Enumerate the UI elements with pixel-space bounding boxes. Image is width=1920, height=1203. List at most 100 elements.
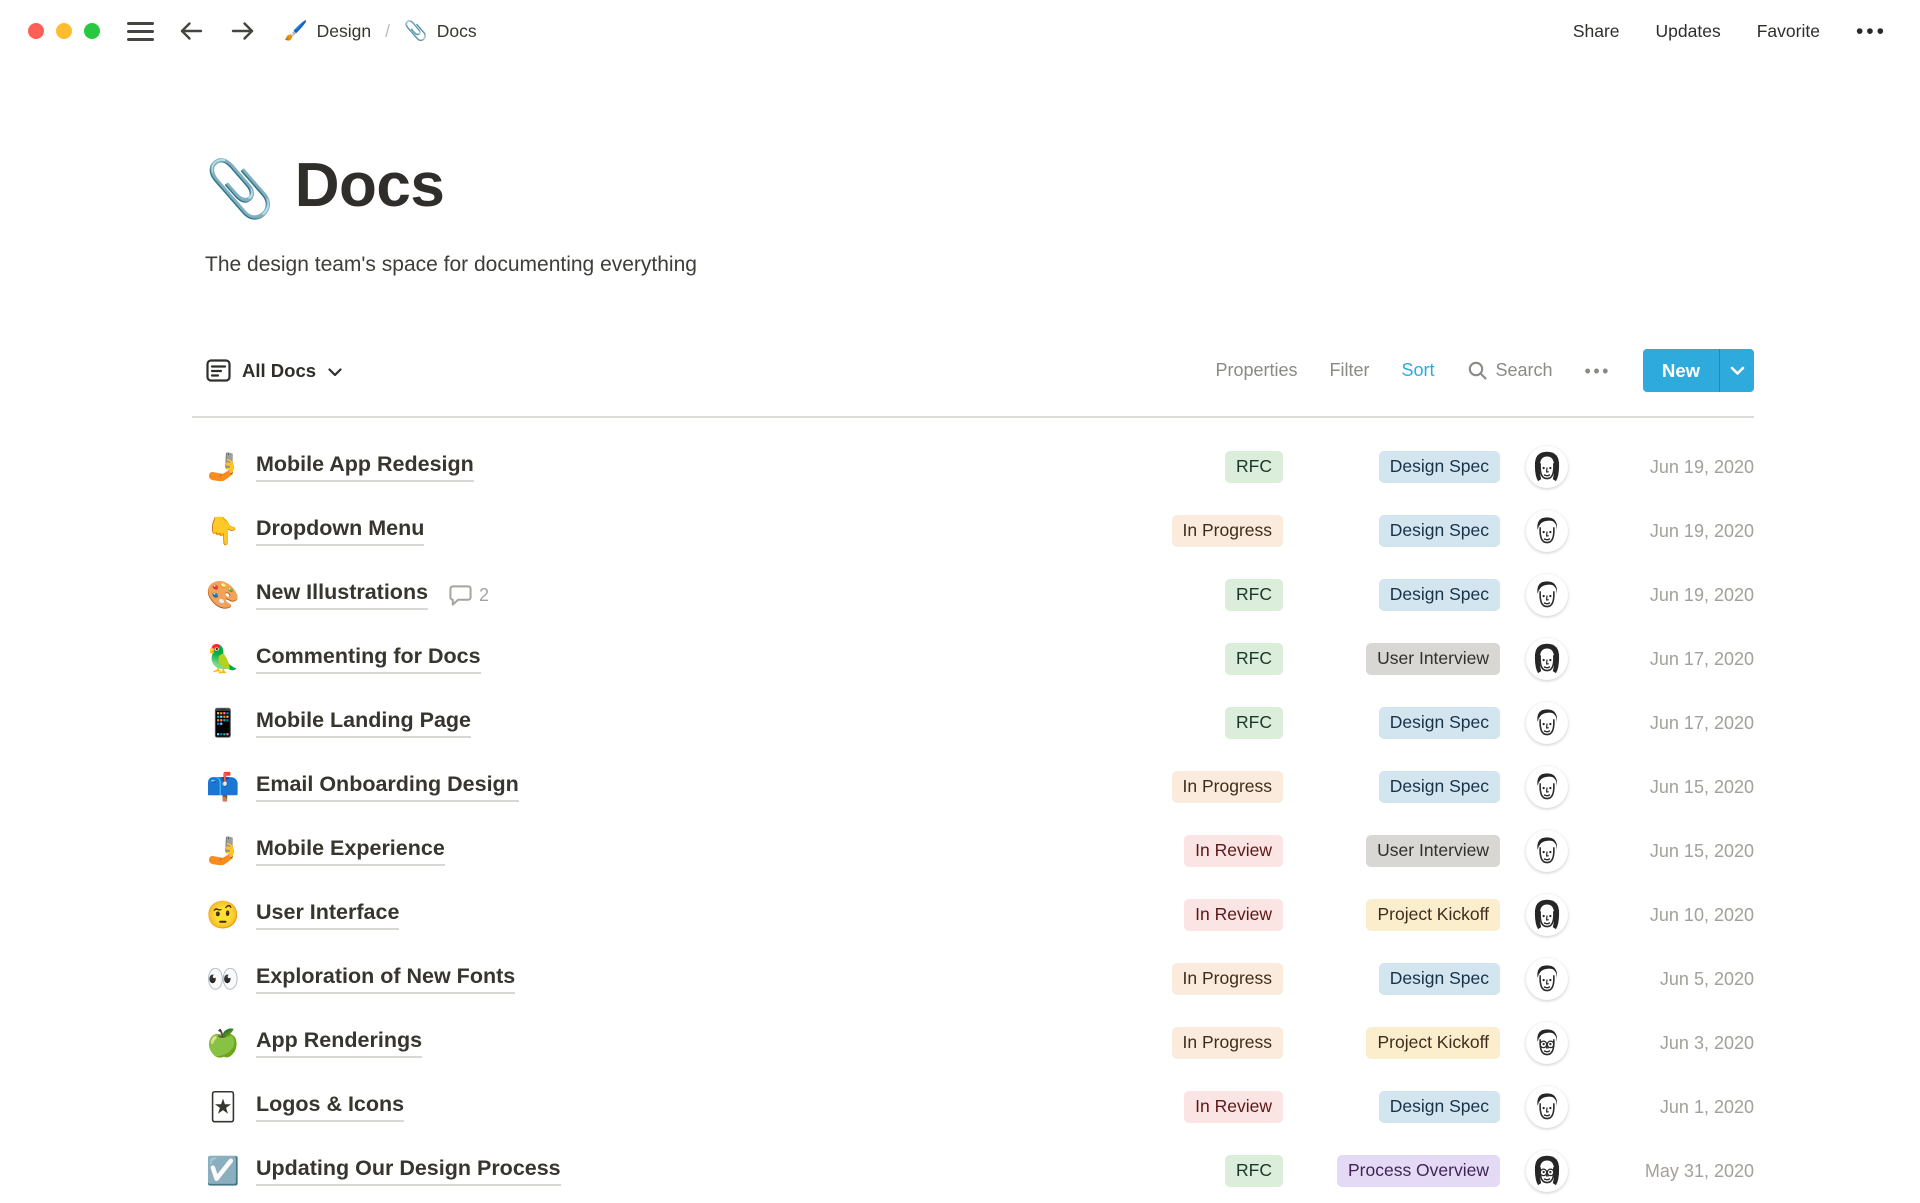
page-emoji-icon: 🤨 — [206, 899, 240, 930]
avatar[interactable] — [1526, 830, 1568, 872]
type-tag[interactable]: Design Spec — [1378, 514, 1500, 548]
type-tag[interactable]: Design Spec — [1378, 770, 1500, 804]
new-dropdown-button[interactable] — [1719, 349, 1754, 392]
comment-badge[interactable]: 2 — [448, 583, 489, 607]
doc-title-link[interactable]: New Illustrations — [256, 580, 429, 610]
status-tag[interactable]: RFC — [1225, 450, 1283, 484]
status-tag[interactable]: In Progress — [1171, 962, 1283, 996]
type-tag[interactable]: Process Overview — [1336, 1154, 1500, 1188]
status-tag[interactable]: In Review — [1184, 1090, 1283, 1124]
breadcrumb-item-design[interactable]: 🖌️ Design — [278, 18, 377, 45]
avatar[interactable] — [1526, 574, 1568, 616]
table-row[interactable]: 🎨 New Illustrations 2 RFC Design Spec Ju… — [192, 563, 1754, 627]
avatar[interactable] — [1526, 638, 1568, 680]
edited-date: Jun 17, 2020 — [1649, 648, 1754, 669]
doc-title-link[interactable]: Email Onboarding Design — [256, 772, 519, 802]
status-tag[interactable]: In Review — [1184, 898, 1283, 932]
close-window-button[interactable] — [28, 23, 44, 39]
table-row[interactable]: 📱 Mobile Landing Page RFC Design Spec Ju… — [192, 691, 1754, 755]
doc-title-link[interactable]: Exploration of New Fonts — [256, 964, 516, 994]
zoom-window-button[interactable] — [84, 23, 100, 39]
doc-title-link[interactable]: User Interface — [256, 900, 400, 930]
table-row[interactable]: 🤳 Mobile App Redesign RFC Design Spec Ju… — [192, 435, 1754, 499]
type-tag[interactable]: Design Spec — [1378, 1090, 1500, 1124]
status-tag[interactable]: In Progress — [1171, 770, 1283, 804]
status-tag[interactable]: RFC — [1225, 578, 1283, 612]
doc-title-link[interactable]: Updating Our Design Process — [256, 1156, 561, 1186]
page-header: 📎 Docs The design team's space for docum… — [192, 62, 1754, 277]
breadcrumb-item-docs[interactable]: 📎 Docs — [398, 18, 483, 45]
filter-button[interactable]: Filter — [1329, 360, 1369, 381]
properties-button[interactable]: Properties — [1215, 360, 1297, 381]
type-tag[interactable]: User Interview — [1366, 642, 1500, 676]
more-options-icon[interactable]: ••• — [1585, 362, 1611, 380]
doc-title-cell: Exploration of New Fonts — [256, 964, 1103, 994]
back-arrow-icon[interactable] — [178, 19, 205, 43]
page-icon-paperclip[interactable]: 📎 — [205, 161, 275, 217]
breadcrumb-label: Docs — [436, 20, 477, 41]
avatar[interactable] — [1526, 1022, 1568, 1064]
status-tag[interactable]: RFC — [1225, 1154, 1283, 1188]
page-emoji-icon: 🦜 — [206, 643, 240, 674]
type-cell: Design Spec — [1283, 770, 1500, 804]
table-row[interactable]: 👀 Exploration of New Fonts In Progress D… — [192, 947, 1754, 1011]
page-emoji-icon: 🃏 — [209, 1091, 237, 1122]
avatar[interactable] — [1526, 1150, 1568, 1192]
status-cell: In Review — [1103, 834, 1283, 868]
table-row[interactable]: 🦜 Commenting for Docs RFC User Interview — [192, 627, 1754, 691]
share-button[interactable]: Share — [1573, 21, 1620, 42]
doc-title-link[interactable]: Commenting for Docs — [256, 644, 481, 674]
type-tag[interactable]: Project Kickoff — [1366, 1026, 1500, 1060]
type-tag[interactable]: Project Kickoff — [1366, 898, 1500, 932]
status-tag[interactable]: In Review — [1184, 834, 1283, 868]
table-row[interactable]: 👇 Dropdown Menu In Progress Design Spec — [192, 499, 1754, 563]
avatar[interactable] — [1526, 510, 1568, 552]
status-cell: RFC — [1103, 450, 1283, 484]
avatar[interactable] — [1526, 702, 1568, 744]
updates-button[interactable]: Updates — [1656, 21, 1721, 42]
table-row[interactable]: 🍏 App Renderings In Progress Project Kic… — [192, 1011, 1754, 1075]
status-tag[interactable]: RFC — [1225, 642, 1283, 676]
doc-title-link[interactable]: Mobile Experience — [256, 836, 445, 866]
page-emoji-icon: 🍏 — [206, 1027, 240, 1058]
doc-title-link[interactable]: App Renderings — [256, 1028, 423, 1058]
avatar[interactable] — [1526, 766, 1568, 808]
avatar[interactable] — [1526, 446, 1568, 488]
avatar[interactable] — [1526, 1086, 1568, 1128]
sidebar-menu-icon[interactable] — [127, 18, 154, 45]
avatar[interactable] — [1526, 894, 1568, 936]
table-row[interactable]: 🃏 Logos & Icons In Review Design Spec Ju… — [192, 1075, 1754, 1139]
table-row[interactable]: 📫 Email Onboarding Design In Progress De… — [192, 755, 1754, 819]
status-tag[interactable]: RFC — [1225, 706, 1283, 740]
doc-title-cell: Mobile App Redesign — [256, 452, 1103, 482]
table-row[interactable]: ☑️ Updating Our Design Process RFC Proce… — [192, 1139, 1754, 1203]
edited-date: Jun 17, 2020 — [1649, 712, 1754, 733]
favorite-button[interactable]: Favorite — [1757, 21, 1820, 42]
doc-title-cell: App Renderings — [256, 1028, 1103, 1058]
forward-arrow-icon[interactable] — [229, 19, 256, 43]
type-tag[interactable]: Design Spec — [1378, 962, 1500, 996]
created-by-cell — [1500, 1086, 1568, 1128]
type-tag[interactable]: Design Spec — [1378, 706, 1500, 740]
type-tag[interactable]: User Interview — [1366, 834, 1500, 868]
doc-title-link[interactable]: Mobile Landing Page — [256, 708, 472, 738]
sort-button[interactable]: Sort — [1401, 360, 1434, 381]
avatar[interactable] — [1526, 958, 1568, 1000]
table-row[interactable]: 🤳 Mobile Experience In Review User Inter… — [192, 819, 1754, 883]
type-cell: Process Overview — [1283, 1154, 1500, 1188]
table-row[interactable]: 🤨 User Interface In Review Project Kicko… — [192, 883, 1754, 947]
view-switcher[interactable]: All Docs — [205, 357, 342, 384]
traffic-lights — [28, 23, 100, 39]
paperclip-icon: 📎 — [404, 20, 428, 42]
doc-title-link[interactable]: Dropdown Menu — [256, 516, 425, 546]
type-tag[interactable]: Design Spec — [1378, 450, 1500, 484]
doc-title-link[interactable]: Logos & Icons — [256, 1092, 405, 1122]
more-options-icon[interactable]: ••• — [1856, 21, 1887, 42]
type-tag[interactable]: Design Spec — [1378, 578, 1500, 612]
minimize-window-button[interactable] — [56, 23, 72, 39]
search-button[interactable]: Search — [1467, 360, 1553, 381]
status-tag[interactable]: In Progress — [1171, 514, 1283, 548]
doc-title-link[interactable]: Mobile App Redesign — [256, 452, 474, 482]
new-button[interactable]: New — [1643, 349, 1719, 392]
status-tag[interactable]: In Progress — [1171, 1026, 1283, 1060]
